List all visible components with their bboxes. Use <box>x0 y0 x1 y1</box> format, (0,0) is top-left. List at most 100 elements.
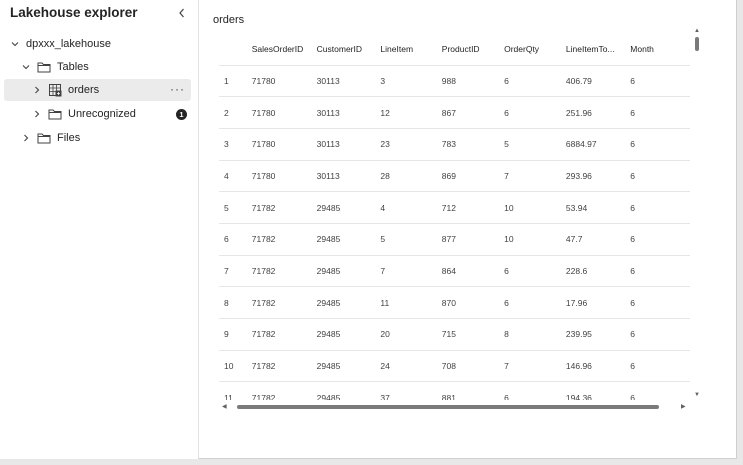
collapse-panel-button[interactable] <box>176 6 188 20</box>
table-cell[interactable]: 146.96 <box>565 350 631 383</box>
tree-item-lakehouse[interactable]: dpxxx_lakehouse <box>10 33 190 55</box>
table-cell[interactable]: 29485 <box>316 223 381 256</box>
table-cell[interactable]: 194.36 <box>565 381 631 400</box>
table-cell[interactable]: 6884.97 <box>565 128 631 161</box>
chevron-down-icon[interactable] <box>21 62 31 72</box>
table-cell[interactable]: 708 <box>441 350 505 383</box>
table-cell[interactable]: 4 <box>380 191 442 224</box>
table-cell[interactable]: 5 <box>504 128 566 161</box>
table-cell[interactable]: 71782 <box>251 223 317 256</box>
scroll-up-icon[interactable]: ▲ <box>694 28 700 34</box>
column-header[interactable]: ProductID <box>441 34 505 66</box>
table-cell[interactable]: 29485 <box>316 191 381 224</box>
vertical-scroll-thumb[interactable] <box>695 37 699 51</box>
table-cell[interactable]: 6 <box>504 96 566 129</box>
chevron-right-icon[interactable] <box>32 85 42 95</box>
table-cell[interactable]: 877 <box>441 223 505 256</box>
more-options-button[interactable]: ··· <box>170 83 185 95</box>
table-row[interactable]: 2 71780 30113 12 867 6 251.96 6 <box>219 96 690 129</box>
scroll-right-icon[interactable]: ▶ <box>681 404 686 410</box>
column-header[interactable]: SalesOrderID <box>251 34 317 66</box>
table-cell[interactable]: 29485 <box>316 286 381 319</box>
table-cell[interactable]: 71782 <box>251 286 317 319</box>
table-cell[interactable]: 28 <box>380 160 442 193</box>
table-cell[interactable]: 71782 <box>251 255 317 288</box>
table-cell[interactable]: 8 <box>504 318 566 351</box>
chevron-down-icon[interactable] <box>10 39 20 49</box>
table-row[interactable]: 5 71782 29485 4 712 10 53.94 6 <box>219 191 690 224</box>
table-cell[interactable]: 6 <box>630 381 690 400</box>
vertical-scrollbar[interactable]: ▲ ▼ <box>692 28 702 400</box>
table-cell[interactable]: 30113 <box>316 160 381 193</box>
table-cell[interactable]: 71782 <box>251 350 317 383</box>
table-row[interactable]: 8 71782 29485 11 870 6 17.96 6 <box>219 286 690 319</box>
table-cell[interactable]: 7 <box>504 160 566 193</box>
table-cell[interactable]: 7 <box>504 350 566 383</box>
table-cell[interactable]: 10 <box>504 191 566 224</box>
table-cell[interactable]: 37 <box>380 381 442 400</box>
table-cell[interactable]: 71780 <box>251 65 317 98</box>
column-header[interactable]: Month <box>630 34 690 66</box>
table-cell[interactable]: 6 <box>630 223 690 256</box>
table-cell[interactable]: 6 <box>630 96 690 129</box>
table-cell[interactable]: 23 <box>380 128 442 161</box>
table-cell[interactable]: 30113 <box>316 96 381 129</box>
table-cell[interactable]: 71782 <box>251 191 317 224</box>
table-cell[interactable]: 6 <box>630 255 690 288</box>
table-cell[interactable]: 29485 <box>316 255 381 288</box>
table-cell[interactable]: 29485 <box>316 381 381 400</box>
table-cell[interactable]: 864 <box>441 255 505 288</box>
tree-item-unrecognized[interactable]: Unrecognized 1 <box>32 103 191 125</box>
table-cell[interactable]: 17.96 <box>565 286 631 319</box>
table-cell[interactable]: 71780 <box>251 128 317 161</box>
column-header[interactable]: LineItem <box>380 34 442 66</box>
table-cell[interactable]: 715 <box>441 318 505 351</box>
table-cell[interactable]: 406.79 <box>565 65 631 98</box>
table-row[interactable]: 7 71782 29485 7 864 6 228.6 6 <box>219 255 690 288</box>
table-row[interactable]: 9 71782 29485 20 715 8 239.95 6 <box>219 318 690 351</box>
table-cell[interactable]: 6 <box>630 191 690 224</box>
table-cell[interactable]: 6 <box>630 286 690 319</box>
table-row[interactable]: 4 71780 30113 28 869 7 293.96 6 <box>219 160 690 193</box>
table-cell[interactable]: 12 <box>380 96 442 129</box>
table-cell[interactable]: 53.94 <box>565 191 631 224</box>
chevron-right-icon[interactable] <box>21 133 31 143</box>
table-cell[interactable]: 228.6 <box>565 255 631 288</box>
table-cell[interactable]: 71782 <box>251 381 317 400</box>
table-cell[interactable]: 6 <box>504 381 566 400</box>
table-cell[interactable]: 24 <box>380 350 442 383</box>
table-cell[interactable]: 783 <box>441 128 505 161</box>
table-cell[interactable]: 11 <box>380 286 442 319</box>
table-cell[interactable]: 867 <box>441 96 505 129</box>
table-cell[interactable]: 712 <box>441 191 505 224</box>
scroll-down-icon[interactable]: ▼ <box>694 392 700 398</box>
table-cell[interactable]: 6 <box>630 350 690 383</box>
table-cell[interactable]: 5 <box>380 223 442 256</box>
horizontal-scroll-thumb[interactable] <box>237 405 659 409</box>
scroll-left-icon[interactable]: ◀ <box>222 404 227 410</box>
table-cell[interactable]: 29485 <box>316 350 381 383</box>
table-cell[interactable]: 251.96 <box>565 96 631 129</box>
table-cell[interactable]: 6 <box>630 160 690 193</box>
table-cell[interactable]: 10 <box>504 223 566 256</box>
table-cell[interactable]: 71780 <box>251 160 317 193</box>
table-cell[interactable]: 293.96 <box>565 160 631 193</box>
table-cell[interactable]: 988 <box>441 65 505 98</box>
table-row[interactable]: 3 71780 30113 23 783 5 6884.97 6 <box>219 128 690 161</box>
table-cell[interactable]: 239.95 <box>565 318 631 351</box>
table-row[interactable]: 1 71780 30113 3 988 6 406.79 6 <box>219 65 690 98</box>
tree-item-orders[interactable]: orders ··· <box>4 79 191 101</box>
column-header[interactable]: CustomerID <box>316 34 381 66</box>
data-grid[interactable]: SalesOrderID CustomerID LineItem Product… <box>219 34 690 400</box>
table-cell[interactable]: 20 <box>380 318 442 351</box>
table-cell[interactable]: 6 <box>630 318 690 351</box>
table-cell[interactable]: 869 <box>441 160 505 193</box>
tree-item-tables[interactable]: Tables <box>21 56 191 78</box>
table-cell[interactable]: 6 <box>630 128 690 161</box>
chevron-right-icon[interactable] <box>32 109 42 119</box>
table-cell[interactable]: 47.7 <box>565 223 631 256</box>
table-cell[interactable]: 881 <box>441 381 505 400</box>
horizontal-scrollbar[interactable]: ◀ ▶ <box>219 402 689 412</box>
table-cell[interactable]: 6 <box>630 65 690 98</box>
table-cell[interactable]: 30113 <box>316 128 381 161</box>
